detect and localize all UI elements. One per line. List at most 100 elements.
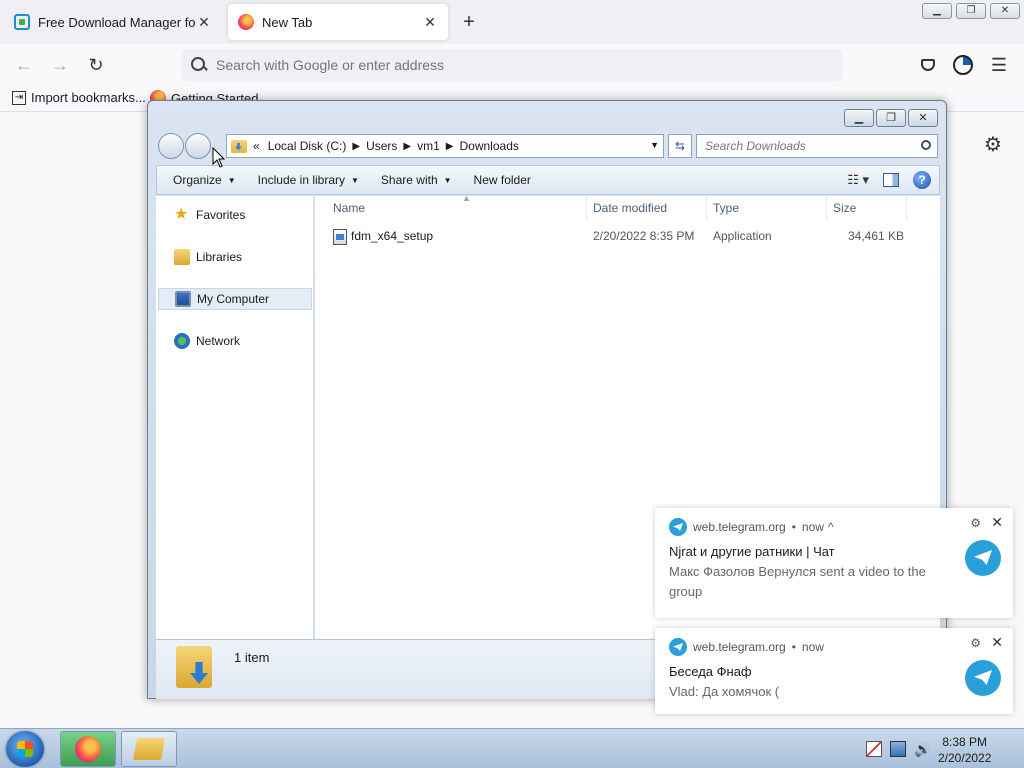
action-center-flag-icon[interactable] [866, 741, 882, 757]
forward-button[interactable]: → [48, 54, 72, 76]
system-tray: 🔊 [866, 741, 931, 757]
breadcrumb-separator-icon[interactable]: ▶ [446, 141, 454, 152]
file-date-cell: 2/20/2022 8:35 PM [593, 229, 695, 243]
nav-item-libraries[interactable]: Libraries [158, 246, 312, 268]
downloads-folder-icon [176, 646, 212, 688]
breadcrumb-users[interactable]: Users [366, 139, 397, 153]
nav-item-label: Network [196, 334, 241, 348]
explorer-icon [133, 738, 165, 760]
import-icon: ⇥ [12, 90, 26, 105]
chevron-down-icon: ▼ [351, 175, 359, 185]
explorer-search-input[interactable] [705, 139, 905, 153]
firefox-favicon-icon [238, 14, 254, 30]
explorer-back-button[interactable] [158, 133, 184, 159]
nav-item-favorites[interactable]: ★ Favorites [158, 204, 312, 226]
address-bar[interactable]: « Local Disk (C:) ▶ Users ▶ vm1 ▶ Downlo… [226, 134, 664, 158]
bookmark-import[interactable]: ⇥ Import bookmarks... [12, 90, 146, 105]
menu-icon[interactable]: ☰ [988, 54, 1010, 76]
preview-pane-icon[interactable] [883, 173, 899, 187]
breadcrumb-local-disk[interactable]: Local Disk (C:) [268, 139, 347, 153]
notification-settings-gear-icon[interactable]: ⚙ [970, 636, 981, 650]
notification-time: now [801, 640, 824, 654]
new-tab-button[interactable]: + [458, 12, 480, 34]
notification-title: Njrat и другие ратники | Чат [669, 544, 835, 559]
explorer-minimize-button[interactable]: ▁ [844, 109, 874, 127]
url-bar[interactable] [182, 49, 842, 81]
notification-time: now [801, 520, 824, 534]
account-icon[interactable] [952, 54, 974, 76]
fdm-favicon-icon [14, 14, 30, 30]
column-size-label: Size [833, 201, 857, 215]
file-name-cell: fdm_x64_setup [333, 229, 433, 245]
nav-item-network[interactable]: Network [158, 330, 312, 352]
view-controls: ☷ ▾ ? [847, 171, 931, 189]
start-button[interactable] [6, 731, 44, 767]
breadcrumb-vm1[interactable]: vm1 [417, 139, 440, 153]
pocket-icon[interactable] [917, 54, 939, 76]
help-icon[interactable]: ? [913, 171, 931, 189]
organize-button[interactable]: Organize ▼ [173, 173, 236, 187]
include-in-library-button[interactable]: Include in library ▼ [258, 173, 359, 187]
breadcrumb-separator-icon[interactable]: ▶ [403, 141, 411, 152]
explorer-forward-button[interactable] [185, 133, 211, 159]
browser-tab-bar: Free Download Manager for Windows ✕ New … [0, 0, 1024, 44]
share-with-button[interactable]: Share with ▼ [381, 173, 452, 187]
system-clock[interactable]: 8:38 PM 2/20/2022 [938, 734, 991, 766]
column-header-date[interactable]: Date modified [587, 196, 707, 220]
telegram-notification[interactable]: web.telegram.org • now ^ ⚙ ✕ Njrat и дру… [655, 508, 1013, 618]
network-tray-icon[interactable] [890, 741, 906, 757]
application-file-icon [333, 229, 347, 245]
notification-close-icon[interactable]: ✕ [991, 514, 1003, 531]
new-folder-button[interactable]: New folder [474, 173, 531, 187]
tab-new-tab[interactable]: New Tab ✕ [228, 4, 448, 40]
breadcrumb-overflow[interactable]: « [253, 139, 260, 153]
breadcrumb-separator-icon[interactable]: ▶ [352, 141, 360, 152]
explorer-nav-row: « Local Disk (C:) ▶ Users ▶ vm1 ▶ Downlo… [156, 133, 940, 159]
telegram-icon [669, 518, 687, 536]
column-date-label: Date modified [593, 201, 668, 215]
explorer-restore-button[interactable]: ❐ [876, 109, 906, 127]
column-header-type[interactable]: Type [707, 196, 827, 220]
telegram-icon [669, 638, 687, 656]
chevron-up-icon[interactable]: ^ [828, 520, 834, 534]
url-input[interactable] [216, 57, 816, 73]
table-row[interactable]: fdm_x64_setup 2/20/2022 8:35 PM Applicat… [315, 226, 915, 248]
star-icon: ★ [174, 206, 189, 223]
share-with-label: Share with [380, 173, 438, 187]
nav-item-my-computer[interactable]: My Computer [158, 288, 312, 310]
mouse-cursor-icon [212, 146, 226, 169]
taskbar-explorer-button[interactable] [121, 731, 177, 767]
minimize-button[interactable]: ▁ [922, 3, 952, 19]
downloads-folder-icon [231, 139, 247, 153]
address-dropdown-icon[interactable]: ▼ [650, 140, 659, 150]
tab-close-icon[interactable]: ✕ [196, 14, 212, 30]
firefox-icon [75, 736, 101, 762]
page-settings-gear-icon[interactable]: ⚙ [982, 134, 1004, 156]
refresh-button[interactable]: ⇆ [668, 134, 692, 158]
explorer-close-button[interactable]: ✕ [908, 109, 938, 127]
item-count: 1 item [234, 650, 270, 665]
taskbar-firefox-button[interactable] [60, 731, 116, 767]
notification-close-icon[interactable]: ✕ [991, 634, 1003, 651]
tab-close-icon[interactable]: ✕ [422, 14, 438, 30]
separator-dot: • [791, 640, 796, 654]
restore-button[interactable]: ❐ [956, 3, 986, 19]
volume-icon[interactable]: 🔊 [914, 741, 931, 757]
computer-icon [175, 291, 191, 307]
search-icon [190, 56, 208, 74]
notification-body: Макс Фазолов Вернулся sent a video to th… [669, 564, 926, 599]
navigation-pane: ★ Favorites Libraries My Computer Networ… [156, 196, 314, 639]
sort-ascending-icon: ▲ [462, 193, 471, 203]
notification-settings-gear-icon[interactable]: ⚙ [970, 516, 981, 530]
column-header-name[interactable]: Name ▲ [327, 193, 587, 220]
back-button[interactable]: ← [12, 54, 36, 76]
close-button[interactable]: ✕ [990, 3, 1020, 19]
telegram-notification[interactable]: web.telegram.org • now ⚙ ✕ Беседа Фнаф V… [655, 628, 1013, 714]
view-options-icon[interactable]: ☷ ▾ [847, 172, 869, 188]
tab-free-download-manager[interactable]: Free Download Manager for Windows ✕ [4, 4, 222, 40]
column-header-size[interactable]: Size [827, 196, 907, 220]
reload-button[interactable]: ↻ [84, 54, 108, 76]
breadcrumb-downloads[interactable]: Downloads [460, 139, 519, 153]
explorer-search-box[interactable] [696, 134, 938, 158]
tab-title: Free Download Manager for Windows [38, 14, 196, 30]
